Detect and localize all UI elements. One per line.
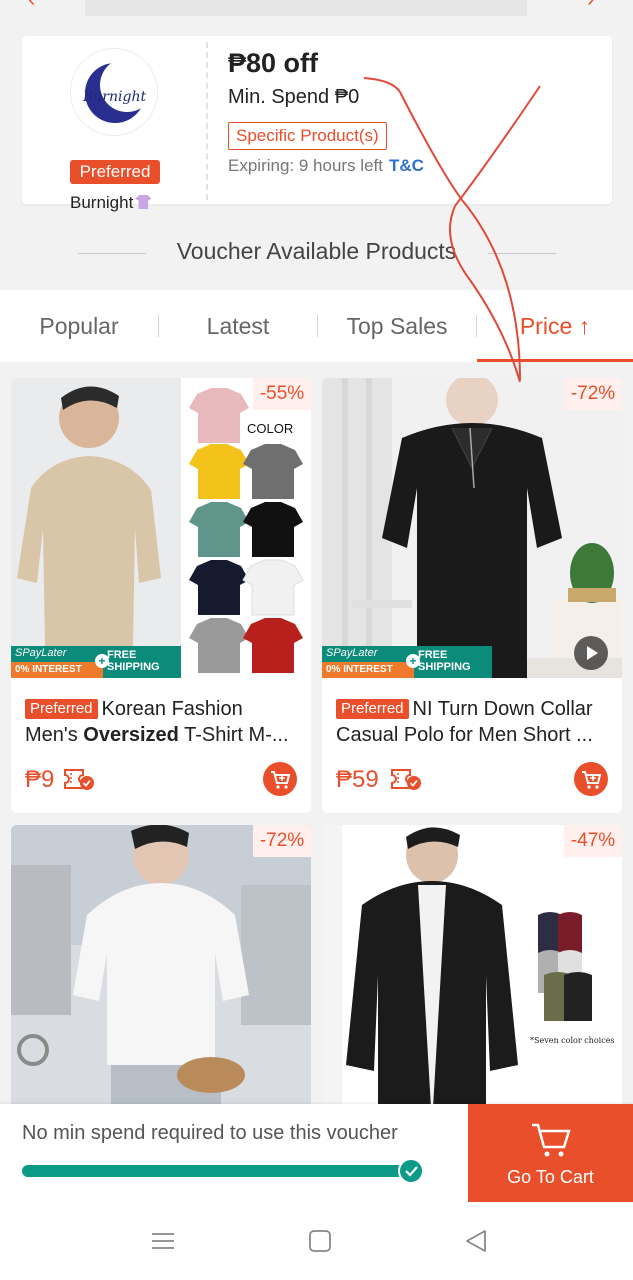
spaylater-label: SPayLater: [15, 647, 67, 659]
add-to-cart-button[interactable]: [574, 762, 608, 796]
cart-icon: [582, 771, 602, 789]
voucher-shop[interactable]: Burnight Preferred Burnight: [22, 36, 206, 212]
title-line2: Casual Polo for Men Short ...: [336, 724, 593, 746]
check-icon: [398, 1158, 424, 1184]
promo-banner: SPayLater 0% INTEREST + FREE SHIPPING: [322, 646, 492, 678]
shop-name-text: Burnight: [70, 193, 134, 212]
share-icon[interactable]: ›: [587, 0, 605, 10]
tab-latest[interactable]: Latest: [159, 290, 317, 362]
add-to-cart-button[interactable]: [263, 762, 297, 796]
min-spend-message: No min spend required to use this vouche…: [22, 1122, 398, 1144]
color-choices-caption: *Seven color choices: [530, 1036, 615, 1045]
free-shipping-1: FREE: [107, 649, 137, 661]
active-tab-indicator: [477, 359, 633, 362]
logo-text: Burnight: [82, 89, 146, 105]
title-line1: Korean Fashion: [101, 698, 243, 720]
free-shipping-label: FREE SHIPPING: [418, 649, 471, 673]
free-shipping-label: FREE SHIPPING: [107, 649, 160, 673]
go-to-cart-label: Go To Cart: [507, 1167, 594, 1187]
cart-icon: [532, 1123, 571, 1157]
tab-price[interactable]: Price ↑: [477, 290, 633, 362]
voucher-expiry-text: Expiring: 9 hours left: [228, 156, 383, 175]
promo-banner: SPayLater 0% INTEREST + FREE SHIPPING: [11, 646, 181, 678]
shop-logo: Burnight: [70, 48, 158, 136]
play-video-button[interactable]: [574, 636, 608, 670]
product-card[interactable]: *Seven color choices -47%: [322, 825, 622, 1125]
top-bar: ‹ ›: [0, 0, 633, 34]
color-label: COLOR: [247, 421, 293, 436]
preferred-badge: Preferred: [336, 699, 409, 719]
progress-track: [22, 1165, 412, 1177]
home-icon[interactable]: [305, 1226, 335, 1256]
tc-link[interactable]: T&C: [389, 156, 424, 175]
play-icon: [587, 646, 598, 660]
cart-icon: [271, 771, 291, 789]
product-price: ₱9: [25, 766, 55, 793]
title-line1: NI Turn Down Collar: [412, 698, 593, 720]
voucher-progress-bar: No min spend required to use this vouche…: [0, 1104, 633, 1202]
tab-top-sales[interactable]: Top Sales: [318, 290, 476, 362]
voucher-icon: [64, 769, 94, 790]
product-title: Preferred Korean Fashion Men's Oversized T…: [25, 696, 301, 748]
voucher-expiry: Expiring: 9 hours left T&C: [228, 156, 424, 176]
discount-badge: -47%: [564, 825, 622, 857]
shop-name: Burnight: [70, 193, 190, 213]
interest-label: 0% INTEREST: [11, 662, 103, 678]
voucher-products-page: ‹ › Burnight Preferred Burnight ₱80 off …: [0, 0, 633, 1280]
product-image: [11, 825, 311, 1125]
product-title: Preferred NI Turn Down Collar Casual Polo …: [336, 696, 612, 748]
free-shipping-2: SHIPPING: [107, 661, 160, 673]
heading-divider-right: [488, 253, 556, 254]
title-bold: Oversized: [83, 724, 179, 746]
tab-popular[interactable]: Popular: [0, 290, 158, 362]
preferred-badge: Preferred: [25, 699, 98, 719]
menu-icon[interactable]: [148, 1226, 178, 1256]
voucher-icon: [391, 769, 421, 790]
tshirt-icon: [135, 195, 152, 209]
product-image: *Seven color choices: [322, 825, 622, 1125]
title-line2a: Men's: [25, 724, 84, 746]
spaylater-label: SPayLater: [326, 647, 378, 659]
title-line2c: T-Shirt M-...: [178, 724, 289, 746]
system-nav-bar: [0, 1202, 633, 1280]
voucher-scope-badge: Specific Product(s): [228, 122, 387, 150]
voucher-divider: [206, 42, 208, 200]
discount-badge: -72%: [564, 378, 622, 410]
product-card[interactable]: COLOR -55% SPayLater 0% INTEREST + FREE S…: [11, 378, 311, 813]
preferred-badge: Preferred: [70, 160, 160, 184]
back-icon[interactable]: ‹: [28, 0, 46, 10]
product-card[interactable]: -72% SPayLater 0% INTEREST + FREE SHIPPIN…: [322, 378, 622, 813]
discount-badge: -55%: [253, 378, 311, 410]
section-heading: Voucher Available Products: [0, 232, 633, 276]
product-price: ₱59: [336, 766, 379, 793]
interest-label: 0% INTEREST: [322, 662, 414, 678]
voucher-min-spend: Min. Spend ₱0: [228, 86, 360, 108]
free-shipping-2: SHIPPING: [418, 661, 471, 673]
voucher-amount: ₱80 off: [228, 48, 319, 78]
free-shipping-1: FREE: [418, 649, 448, 661]
discount-badge: -72%: [253, 825, 311, 857]
sort-tabs: Popular Latest Top Sales Price ↑: [0, 290, 633, 362]
product-image: [322, 378, 622, 678]
section-title: Voucher Available Products: [176, 238, 457, 264]
product-image: COLOR: [11, 378, 311, 678]
search-bar[interactable]: [85, 0, 527, 16]
go-to-cart-button[interactable]: Go To Cart: [468, 1104, 633, 1202]
product-card[interactable]: -72%: [11, 825, 311, 1125]
voucher-card: Burnight Preferred Burnight ₱80 off Min.…: [22, 36, 612, 212]
nav-back-icon[interactable]: [461, 1226, 491, 1256]
